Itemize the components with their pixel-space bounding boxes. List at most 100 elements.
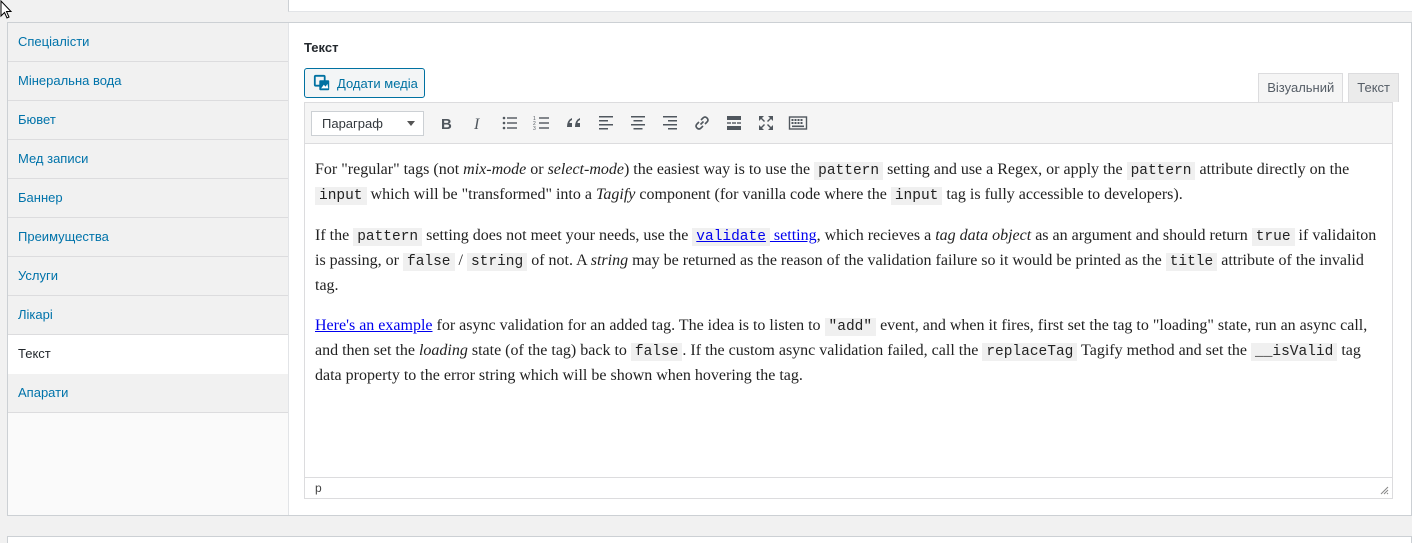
editor-statusbar: p	[305, 477, 1392, 498]
add-media-button[interactable]: Додати медіа	[304, 68, 425, 98]
content-paragraph-2: If the pattern setting does not meet you…	[315, 224, 1382, 298]
bold-button[interactable]: B	[430, 108, 462, 138]
italic-run: select-mode	[547, 161, 624, 178]
code-run: "add"	[824, 318, 877, 336]
tab-advantages[interactable]: Преимущества	[8, 218, 288, 257]
link-button[interactable]	[686, 108, 718, 138]
code-run: input	[890, 187, 943, 205]
code-run: pattern	[1126, 162, 1196, 180]
element-path[interactable]: p	[315, 481, 322, 495]
text-run: may be returned as the reason of the val…	[628, 252, 1166, 269]
align-center-icon	[631, 116, 645, 130]
numbered-list-icon: 123	[533, 116, 549, 132]
align-right-button[interactable]	[654, 108, 686, 138]
link-icon	[695, 116, 709, 130]
tab-services[interactable]: Услуги	[8, 257, 288, 296]
text-run: tag is fully accessible to developers).	[942, 186, 1183, 203]
italic-button[interactable]: I	[462, 108, 494, 138]
svg-text:B: B	[441, 116, 452, 133]
align-left-icon	[599, 116, 613, 130]
chevron-down-icon	[407, 120, 415, 126]
tab-text-mode[interactable]: Текст	[1348, 73, 1399, 102]
tab-list: Спеціалісти Мінеральна вода Бювет Мед за…	[8, 23, 289, 515]
text-run: component (for vanilla code where the	[635, 186, 891, 203]
tab-doctors[interactable]: Лікарі	[8, 296, 288, 335]
bold-icon: B	[441, 116, 452, 133]
text-run: or	[526, 161, 548, 178]
read-more-icon	[727, 116, 741, 130]
acf-metabox: Спеціалісти Мінеральна вода Бювет Мед за…	[7, 22, 1412, 516]
blockquote-icon	[567, 118, 580, 127]
add-media-icon	[313, 74, 330, 91]
text-run: which will be "transformed" into a	[366, 186, 596, 203]
text-run: for async validation for an added tag. T…	[432, 317, 825, 334]
format-select-value: Параграф	[322, 115, 383, 131]
next-metabox	[7, 536, 1412, 543]
svg-text:3: 3	[533, 126, 536, 132]
toolbar-toggle-button[interactable]	[782, 108, 814, 138]
read-more-button[interactable]	[718, 108, 750, 138]
tab-devices[interactable]: Апарати	[8, 374, 288, 413]
text-run: Tagify method and set the	[1077, 342, 1251, 359]
tab-pump-room[interactable]: Бювет	[8, 101, 288, 140]
fullscreen-button[interactable]	[750, 108, 782, 138]
add-media-label: Додати медіа	[337, 75, 418, 91]
tab-medical-records[interactable]: Мед записи	[8, 140, 288, 179]
code-run: title	[1165, 253, 1218, 271]
tab-banner[interactable]: Баннер	[8, 179, 288, 218]
text-run: setting does not meet your needs, use th…	[422, 227, 693, 244]
bullet-list-icon	[502, 116, 517, 130]
italic-run: mix-mode	[463, 161, 527, 178]
bullet-list-button[interactable]	[494, 108, 526, 138]
text-run: . If the custom async validation failed,…	[682, 342, 983, 359]
align-right-icon	[663, 116, 677, 130]
resize-handle-icon[interactable]	[1379, 485, 1389, 495]
format-select[interactable]: Параграф	[311, 110, 424, 136]
validate-setting-link[interactable]: validate setting	[692, 227, 817, 246]
tab-visual[interactable]: Візуальний	[1258, 73, 1344, 102]
code-run: true	[1251, 228, 1295, 246]
content-paragraph-1: For "regular" tags (not mix-mode or sele…	[315, 158, 1382, 208]
svg-text:I: I	[473, 116, 480, 133]
code-run: replaceTag	[982, 343, 1078, 361]
italic-run: loading	[418, 342, 468, 359]
blockquote-button[interactable]	[558, 108, 590, 138]
tab-text[interactable]: Текст	[8, 335, 288, 374]
text-run: ) the easiest way is to use the	[623, 161, 815, 178]
code-run: pattern	[353, 228, 423, 246]
editor-mode-tabs: Візуальний Текст	[1258, 73, 1399, 102]
link-text: setting	[769, 227, 817, 244]
code-run: __isValid	[1251, 343, 1338, 361]
code-run: pattern	[814, 162, 884, 180]
code-run: validate	[692, 228, 770, 246]
fullscreen-icon	[759, 116, 773, 130]
tab-specialists[interactable]: Спеціалісти	[8, 23, 288, 62]
text-run: as an argument and should return	[1031, 227, 1252, 244]
tab-panel: Текст Додати медіа Візуальний Текст Пара…	[304, 23, 1411, 515]
editor-toolbar: Параграф B I 123	[305, 103, 1392, 144]
text-run: state (of the tag) back to	[467, 342, 631, 359]
text-run: If the	[315, 227, 354, 244]
text-run: of not. A	[527, 252, 591, 269]
mouse-cursor-icon	[0, 0, 13, 19]
example-link[interactable]: Here's an example	[315, 317, 433, 334]
wysiwyg-editor: Параграф B I 123 For "regular" tags (not…	[304, 102, 1393, 499]
text-run: , which recieves a	[816, 227, 936, 244]
text-run: For "regular" tags (not	[315, 161, 464, 178]
text-run: /	[454, 252, 467, 269]
field-label: Текст	[304, 40, 339, 55]
italic-run: tag data object	[935, 227, 1032, 244]
tab-mineral-water[interactable]: Мінеральна вода	[8, 62, 288, 101]
text-run: attribute directly on the	[1195, 161, 1350, 178]
content-paragraph-3: Here's an example for async validation f…	[315, 314, 1382, 388]
numbered-list-button[interactable]: 123	[526, 108, 558, 138]
align-center-button[interactable]	[622, 108, 654, 138]
keyboard-icon	[788, 116, 808, 130]
code-run: string	[466, 253, 528, 271]
code-run: false	[630, 343, 683, 361]
text-run: setting and use a Regex, or apply the	[883, 161, 1127, 178]
align-left-button[interactable]	[590, 108, 622, 138]
top-strip	[288, 0, 1412, 12]
italic-icon: I	[473, 116, 480, 133]
editor-content[interactable]: For "regular" tags (not mix-mode or sele…	[305, 144, 1392, 477]
